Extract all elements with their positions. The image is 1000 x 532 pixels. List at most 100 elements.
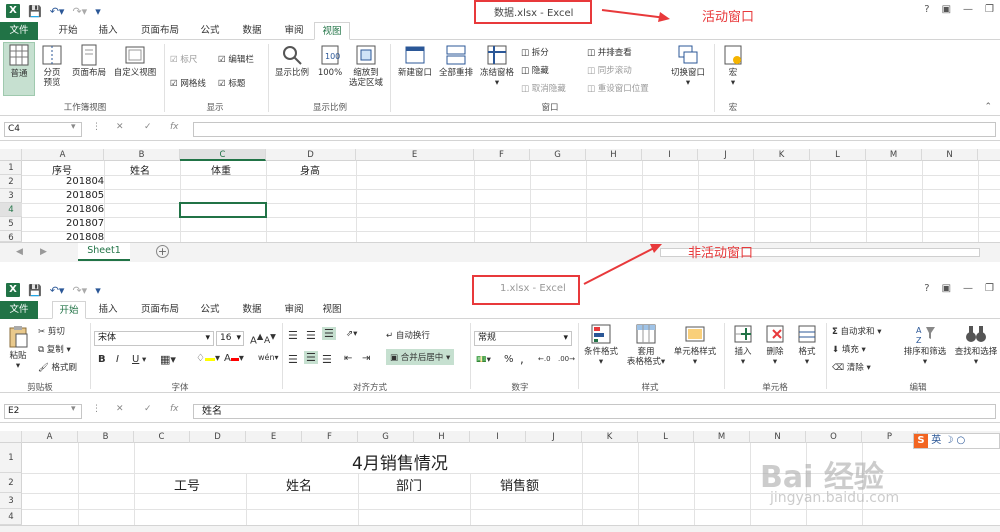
top-align-button[interactable]: ☰ (288, 329, 298, 342)
tab-data[interactable]: 数据 (236, 301, 268, 319)
column-header[interactable]: A (22, 149, 104, 161)
tab-review[interactable]: 审阅 (278, 22, 310, 40)
phonetic-guide-button[interactable]: wén▾ (258, 353, 279, 362)
cut-button[interactable]: ✂ 剪切 (38, 325, 65, 337)
insert-function-icon[interactable]: fx (170, 404, 179, 414)
new-window-button[interactable]: 新建窗口 (394, 44, 436, 78)
copy-button[interactable]: ⧉ 复制 ▾ (38, 343, 71, 355)
enter-icon[interactable]: ✓ (144, 122, 152, 132)
column-header[interactable]: H (414, 431, 470, 443)
column-header[interactable]: J (526, 431, 582, 443)
left-align-button[interactable]: ☰ (288, 353, 298, 366)
gridlines-checkbox[interactable]: ☑ 网格线 (170, 77, 206, 89)
column-header[interactable]: B (78, 431, 134, 443)
tab-data[interactable]: 数据 (236, 22, 268, 40)
minimize-icon[interactable]: — (963, 4, 973, 15)
find-select-button[interactable]: 查找和选择 ▾ (952, 323, 1000, 367)
new-sheet-icon[interactable]: + (156, 245, 169, 258)
header-cell-emp-id[interactable]: 工号 (174, 475, 200, 494)
cell-b1[interactable]: 姓名 (130, 162, 150, 177)
sort-filter-button[interactable]: AZ 排序和筛选 ▾ (900, 323, 950, 367)
tab-formulas[interactable]: 公式 (194, 22, 226, 40)
column-header[interactable]: O (806, 431, 862, 443)
decrease-decimal-button[interactable]: .00→ (558, 355, 575, 363)
freeze-panes-button[interactable]: 冻结窗格 ▾ (476, 44, 518, 88)
cancel-icon[interactable]: ✕ (116, 122, 124, 132)
merged-title-cell[interactable]: 4月销售情况 (352, 449, 448, 474)
insert-cells-button[interactable]: 插入 ▾ (728, 323, 758, 367)
column-header[interactable]: L (638, 431, 694, 443)
tab-insert[interactable]: 插入 (92, 22, 124, 40)
increase-decimal-button[interactable]: ←.0 (538, 355, 551, 363)
font-size-select[interactable]: 16 ▾ (216, 331, 244, 346)
column-header[interactable]: F (302, 431, 358, 443)
normal-view-button[interactable]: 普通 (3, 42, 35, 96)
redo-icon[interactable]: ↷▾ (72, 284, 87, 297)
sheet-next-icon[interactable]: ▶ (40, 247, 47, 257)
format-painter-button[interactable]: 🖌 格式刷 (38, 361, 77, 373)
tab-view[interactable]: 视图 (314, 22, 350, 40)
tab-page-layout[interactable]: 页面布局 (134, 22, 186, 40)
sheet-tab-sheet1[interactable]: Sheet1 (78, 243, 130, 261)
undo-icon[interactable]: ↶▾ (50, 284, 65, 297)
name-box-dropdown-icon[interactable]: ▾ (71, 404, 76, 414)
tab-page-layout[interactable]: 页面布局 (134, 301, 186, 319)
ribbon-display-icon[interactable]: ▣ (942, 283, 951, 294)
font-name-select[interactable]: 宋体 ▾ (94, 331, 214, 346)
underline-dropdown-icon[interactable]: ▾ (142, 355, 146, 365)
fill-color-button[interactable]: ♢ ▾ (196, 353, 220, 364)
italic-button[interactable]: I (116, 354, 119, 365)
column-header[interactable]: E (356, 149, 474, 161)
column-header[interactable]: C (180, 149, 266, 161)
switch-windows-button[interactable]: 切换窗口 ▾ (666, 44, 710, 88)
cell-a2[interactable]: 201804 (66, 176, 104, 187)
column-header[interactable]: F (474, 149, 530, 161)
formula-input[interactable] (193, 122, 996, 137)
grow-font-button[interactable]: A▲ (250, 331, 263, 346)
cell-a4[interactable]: 201806 (66, 204, 104, 215)
cell-a6[interactable]: 201808 (66, 232, 104, 242)
cell-a3[interactable]: 201805 (66, 190, 104, 201)
select-all-corner[interactable] (0, 149, 22, 161)
cell-d1[interactable]: 身高 (300, 162, 320, 177)
format-as-table-button[interactable]: 套用 表格格式▾ (622, 323, 670, 367)
custom-views-button[interactable]: 自定义视图 (110, 44, 160, 78)
column-header[interactable]: G (358, 431, 414, 443)
middle-align-button[interactable]: ☰ (306, 329, 316, 342)
header-cell-sales[interactable]: 销售额 (500, 475, 539, 494)
save-icon[interactable]: 💾 (28, 5, 42, 18)
headings-checkbox[interactable]: ☑ 标题 (218, 77, 245, 89)
cell-a5[interactable]: 201807 (66, 218, 104, 229)
tab-file[interactable]: 文件 (0, 22, 38, 40)
ruler-checkbox[interactable]: ☑ 标尺 (170, 53, 197, 65)
comma-style-button[interactable]: , (520, 352, 524, 366)
tab-home[interactable]: 开始 (52, 22, 84, 40)
column-header[interactable]: M (866, 149, 922, 161)
bottom-align-button[interactable]: ☰ (322, 327, 336, 340)
customize-qat-icon[interactable]: ▾ (95, 284, 101, 297)
paste-button[interactable]: 粘贴 ▾ (4, 325, 32, 371)
restore-icon[interactable]: ❐ (985, 4, 994, 15)
column-header[interactable]: B (104, 149, 180, 161)
column-header[interactable]: L (810, 149, 866, 161)
view-side-by-side-button[interactable]: ◫ 并排查看 (587, 46, 632, 58)
delete-cells-button[interactable]: 删除 ▾ (760, 323, 790, 367)
column-header[interactable]: H (586, 149, 642, 161)
page-break-preview-button[interactable]: 分页 预览 (38, 44, 66, 88)
formula-input[interactable]: 姓名 (193, 404, 996, 419)
merge-center-button[interactable]: ▣ 合并后居中 ▾ (386, 349, 455, 365)
unhide-button[interactable]: ◫ 取消隐藏 (521, 82, 566, 94)
excel-app-icon[interactable]: X (6, 283, 20, 297)
sheet-prev-icon[interactable]: ◀ (16, 247, 23, 257)
ribbon-display-icon[interactable]: ▣ (942, 4, 951, 15)
select-all-corner[interactable] (0, 431, 22, 443)
collapse-ribbon-icon[interactable]: ⌃ (984, 102, 992, 112)
minimize-icon[interactable]: — (963, 283, 973, 294)
tab-file[interactable]: 文件 (0, 301, 38, 319)
orientation-button[interactable]: ⇗▾ (346, 329, 357, 339)
column-header[interactable]: J (698, 149, 754, 161)
column-header[interactable]: E (246, 431, 302, 443)
formula-bar-checkbox[interactable]: ☑ 编辑栏 (218, 53, 254, 65)
percent-style-button[interactable]: % (504, 354, 514, 365)
help-icon[interactable]: ? (924, 283, 929, 294)
